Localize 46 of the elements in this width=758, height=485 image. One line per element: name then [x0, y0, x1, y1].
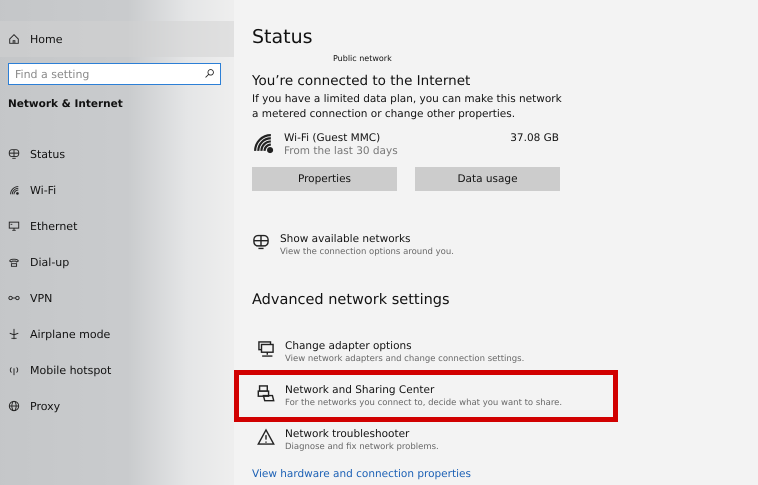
- phone-icon: [8, 256, 20, 268]
- hotspot-icon: [8, 364, 20, 376]
- home-nav-item[interactable]: Home: [0, 21, 234, 57]
- nav-item[interactable]: Dial-up: [0, 244, 234, 280]
- nav-item[interactable]: Status: [0, 136, 234, 172]
- item-description: View network adapters and change connection settings.: [285, 354, 524, 364]
- nav-item[interactable]: Wi-Fi: [0, 172, 234, 208]
- nav-item[interactable]: Mobile hotspot: [0, 352, 234, 388]
- globe-monitor-icon: [252, 233, 270, 251]
- item-description: View the connection options around you.: [280, 247, 454, 257]
- search-icon: [204, 68, 215, 79]
- nav-item[interactable]: VPN: [0, 280, 234, 316]
- connection-heading: You’re connected to the Internet: [252, 73, 470, 89]
- usage-period: From the last 30 days: [284, 145, 399, 157]
- network-type-label: Public network: [333, 54, 392, 63]
- monitor-icon: [257, 340, 275, 358]
- item-title: Change adapter options: [285, 340, 413, 352]
- data-usage-button[interactable]: Data usage: [415, 167, 560, 191]
- item-title: Show available networks: [280, 233, 412, 245]
- connection-name: Wi-Fi (Guest MMC): [284, 132, 382, 144]
- settings-item[interactable]: Show available networks View the connection options around you.: [252, 227, 454, 262]
- airplane-icon: [8, 328, 20, 340]
- monitor-icon: [8, 220, 20, 232]
- wifi-icon: [8, 184, 20, 196]
- wifi-signal-icon: [252, 132, 274, 154]
- item-description: Diagnose and fix network problems.: [285, 442, 439, 452]
- search-field[interactable]: Find a setting: [8, 63, 221, 85]
- connection-description: If you have a limited data plan, you can make this network a metered connection or change other properties.: [252, 92, 562, 122]
- nav-item[interactable]: Ethernet: [0, 208, 234, 244]
- nav-item[interactable]: Proxy: [0, 388, 234, 424]
- printer-folder-icon: [257, 384, 275, 402]
- section-title: Network & Internet: [8, 98, 124, 110]
- page-title: Status: [252, 26, 313, 48]
- highlighted-settings-item[interactable]: Network and Sharing Center For the networks you connect to, decide what you want to share.: [234, 370, 618, 422]
- item-description: For the networks you connect to, decide what you want to share.: [285, 398, 562, 408]
- nav-item[interactable]: Airplane mode: [0, 316, 234, 352]
- item-title: Network and Sharing Center: [285, 384, 436, 396]
- section-heading: Advanced network settings: [252, 292, 450, 308]
- globe-monitor-icon: [8, 148, 20, 160]
- globe-icon: [8, 400, 20, 412]
- data-usage-amount: 37.08 GB: [510, 132, 559, 144]
- home-icon: [8, 33, 20, 45]
- properties-button[interactable]: Properties: [252, 167, 397, 191]
- hardware-properties-link[interactable]: View hardware and connection properties: [252, 468, 471, 480]
- warning-icon: [257, 428, 275, 446]
- item-title: Network troubleshooter: [285, 428, 410, 440]
